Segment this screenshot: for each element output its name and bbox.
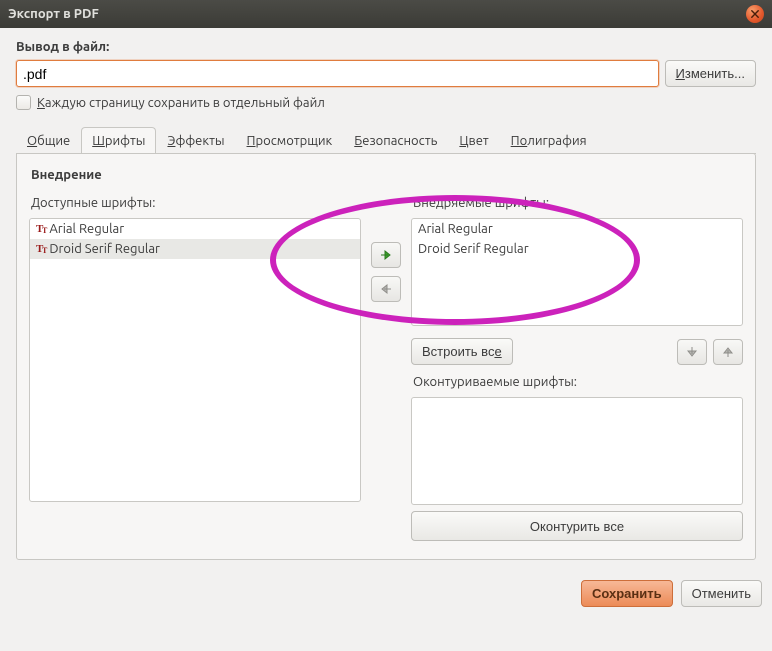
fonts-panel: Внедрение Доступные шрифты: Внедряемые ш… — [16, 153, 756, 560]
tab-просмотрщик[interactable]: Просмотрщик — [236, 127, 344, 153]
panel-title: Внедрение — [31, 168, 743, 182]
font-icon: T — [36, 244, 43, 255]
embedded-fonts-label: Внедряемые шрифты: — [413, 196, 743, 210]
change-button[interactable]: Изменить... — [665, 60, 756, 87]
outlined-fonts-label: Оконтуриваемые шрифты: — [413, 375, 743, 389]
list-item[interactable]: T Arial Regular — [30, 219, 360, 239]
outline-all-button[interactable]: Оконтурить все — [411, 511, 743, 541]
output-file-label: Вывод в файл: — [16, 40, 756, 54]
list-item[interactable]: Arial Regular — [412, 219, 742, 239]
list-item-label: Droid Serif Regular — [418, 242, 529, 256]
save-button[interactable]: Сохранить — [581, 580, 673, 607]
available-fonts-list[interactable]: T Arial Regular T Droid Serif Regular — [29, 218, 361, 502]
move-left-button[interactable] — [371, 276, 401, 302]
close-icon[interactable] — [746, 5, 764, 23]
move-right-button[interactable] — [371, 242, 401, 268]
titlebar: Экспорт в PDF — [0, 0, 772, 28]
cancel-button[interactable]: Отменить — [681, 580, 762, 607]
window-title: Экспорт в PDF — [8, 7, 99, 21]
tab-безопасность[interactable]: Безопасность — [343, 127, 448, 153]
embed-all-button[interactable]: Встроить все — [411, 338, 513, 365]
move-down-button[interactable] — [677, 339, 707, 365]
outlined-fonts-list[interactable] — [411, 397, 743, 505]
tabstrip: ОбщиеШрифтыЭффектыПросмотрщикБезопасност… — [16, 127, 756, 154]
save-each-page-label: Каждую страницу сохранить в отдельный фа… — [37, 96, 325, 110]
available-fonts-label: Доступные шрифты: — [31, 196, 361, 210]
tab-общие[interactable]: Общие — [16, 127, 81, 153]
save-each-page-checkbox[interactable] — [16, 95, 31, 110]
list-item[interactable]: T Droid Serif Regular — [30, 239, 360, 259]
move-up-button[interactable] — [713, 339, 743, 365]
tab-цвет[interactable]: Цвет — [448, 127, 499, 153]
tab-шрифты[interactable]: Шрифты — [81, 127, 156, 153]
list-item-label: Arial Regular — [49, 222, 124, 236]
tab-эффекты[interactable]: Эффекты — [156, 127, 235, 153]
list-item[interactable]: Droid Serif Regular — [412, 239, 742, 259]
embedded-fonts-list[interactable]: Arial Regular Droid Serif Regular — [411, 218, 743, 326]
list-item-label: Arial Regular — [418, 222, 493, 236]
list-item-label: Droid Serif Regular — [49, 242, 160, 256]
tab-полиграфия[interactable]: Полиграфия — [500, 127, 598, 153]
font-icon: T — [36, 224, 43, 235]
output-path-input[interactable] — [16, 60, 659, 87]
